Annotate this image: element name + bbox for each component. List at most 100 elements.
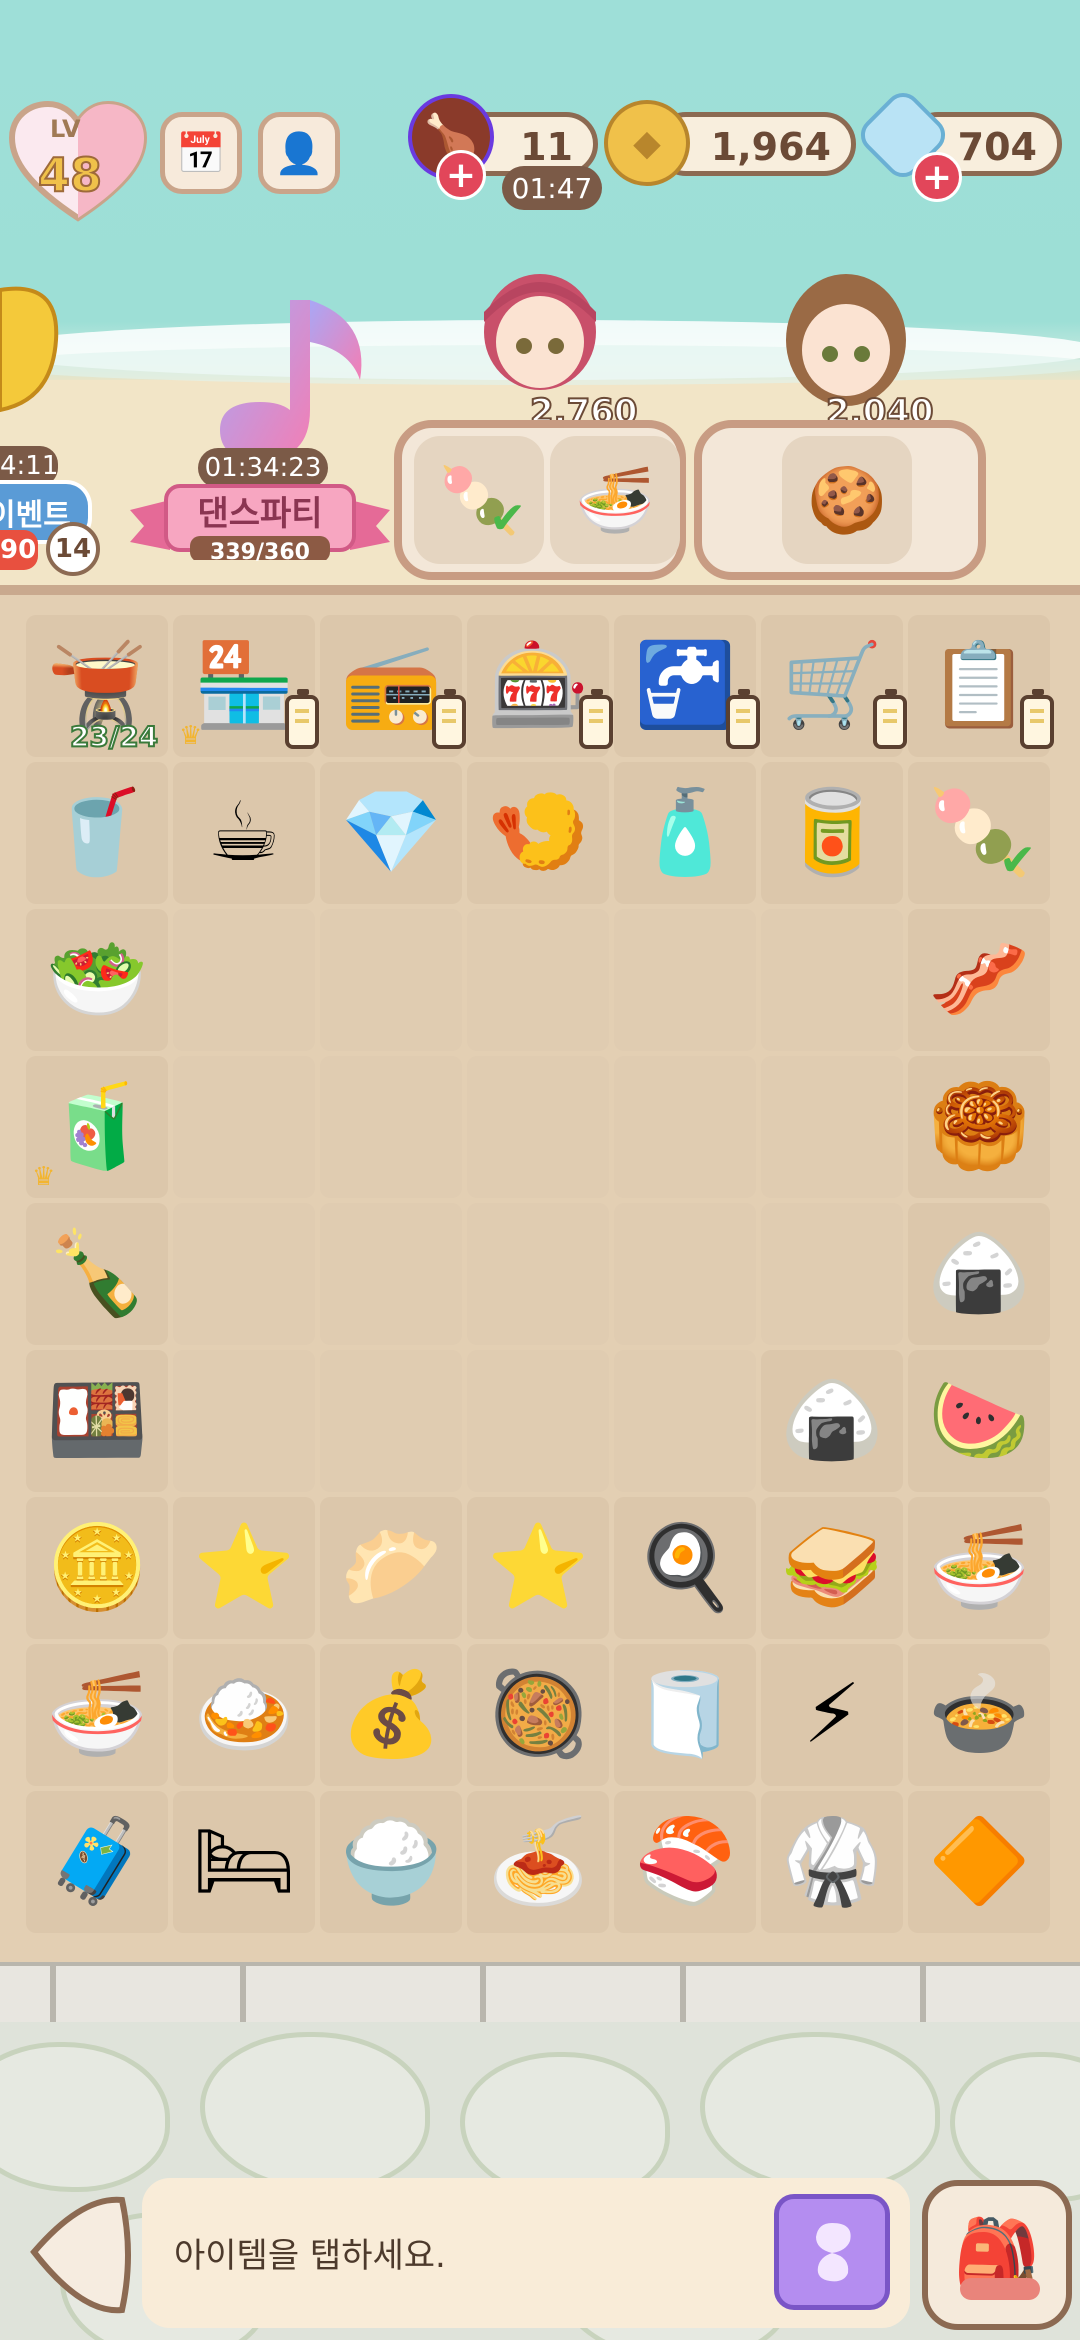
board-item-cup-ramen[interactable]: 🍜 [908,1497,1050,1639]
board-item-bibimbap[interactable]: 🥘 [467,1644,609,1786]
event-score: 90 [0,530,38,570]
board-item-frappe[interactable]: 🥤 [26,762,168,904]
board-cell-empty[interactable] [320,1350,462,1492]
board-cell-empty[interactable] [173,1203,315,1345]
board-item-amber-crystal[interactable]: 🔶 [908,1791,1050,1933]
board-item-lightning[interactable]: ⚡ [761,1644,903,1786]
board-item-watermelon[interactable]: 🍉 [908,1350,1050,1492]
customer-1[interactable] [470,262,610,412]
add-gems-button[interactable]: + [912,152,962,202]
board-item-star[interactable]: ⭐ [467,1497,609,1639]
dance-party-name: 댄스파티 [197,494,323,534]
board-item-suitcase[interactable]: 🧳 [26,1791,168,1933]
dance-party-event[interactable]: 01:34:23 댄스파티 339/360 [130,290,390,580]
board-item-cauldron[interactable]: 🫕 23/24 [26,615,168,757]
add-friend-button[interactable]: 👤 [258,112,340,194]
board-item-noodle-bowl[interactable]: 🍝 [467,1791,609,1933]
board-item-fried-egg[interactable]: 🍳 [614,1497,756,1639]
coffee-cup-icon: ☕ [207,785,281,880]
board-item-bacon-rolls[interactable]: 🥓 [908,909,1050,1051]
bathrobe-icon: 🥋 [780,1814,884,1909]
board-cell-empty[interactable] [614,1350,756,1492]
board-item-bento-box[interactable]: 🍱 [26,1350,168,1492]
board-cell-empty[interactable] [467,909,609,1051]
board-item-crystal[interactable]: 💎 [320,762,462,904]
board-item-rice-cake-basket[interactable]: 🍡 ✔ [908,762,1050,904]
board-cell-empty[interactable] [173,1350,315,1492]
board-cell-empty[interactable] [614,909,756,1051]
cauldron-icon: 🫕 [45,638,149,733]
inventory-bag-button[interactable]: 🎒 [922,2180,1072,2330]
soju-plate-icon: 🍾 [45,1226,149,1321]
board-item-stars-two[interactable]: ⭐ [173,1497,315,1639]
ramen-bowl-icon: 🍜 [45,1667,149,1762]
board-item-sink[interactable]: 🚰 [614,615,760,757]
board-item-cat-shop[interactable]: 🏪 ♛ [173,615,319,757]
board-cell-empty[interactable] [467,1350,609,1492]
board-item-fruit-sando[interactable]: 🥪 [761,1497,903,1639]
board-item-vending-machine[interactable]: 🎰 [467,615,613,757]
board-item-drink-box[interactable]: 🧃 ♛ [26,1056,168,1198]
board-item-towel[interactable]: 🧻 [614,1644,756,1786]
check-icon: ✔ [999,835,1036,886]
frappe-icon: 🥤 [45,785,149,880]
order-item-ramen-set: 🍜 [550,436,680,564]
board-item-onigiri[interactable]: 🍙 [761,1350,903,1492]
board-item-ramen-bowl[interactable]: 🍜 [26,1644,168,1786]
board-item-lotion[interactable]: 🧴 [614,762,756,904]
board-item-coffee-cup[interactable]: ☕ [173,762,315,904]
board-item-menu-clipboard[interactable]: 📋 [908,615,1054,757]
bento-tin-icon: 🥫 [780,785,884,880]
board-item-soju-plate[interactable]: 🍾 [26,1203,168,1345]
board-cell-empty[interactable] [761,1056,903,1198]
towel-icon: 🧻 [633,1667,737,1762]
board-item-luggage-cart[interactable]: 🛒 [761,615,907,757]
board-item-big-ramen[interactable]: 🍲 [908,1644,1050,1786]
board-item-mochi[interactable]: 🍙 [908,1203,1050,1345]
order-item-cookie-plate: 🍪 [782,436,912,564]
vending-machine-icon: 🎰 [486,638,590,733]
board-item-coins-big[interactable]: 💰 [320,1644,462,1786]
board-cell-empty[interactable] [761,1203,903,1345]
board-item-bento-tin[interactable]: 🥫 [761,762,903,904]
noodle-bowl-icon: 🍝 [486,1814,590,1909]
board-item-dumplings[interactable]: 🥟 [320,1497,462,1639]
board-cell-empty[interactable] [173,1056,315,1198]
order-item-green-tea-cake: 🍡 ✔ [414,436,544,564]
board-cell-empty[interactable] [467,1203,609,1345]
board-cell-empty[interactable] [173,909,315,1051]
board-item-bathrobe[interactable]: 🥋 [761,1791,903,1933]
board-cell-empty[interactable] [320,1203,462,1345]
board-item-rice-bowl-lid[interactable]: 🍚 [320,1791,462,1933]
back-button[interactable] [22,2190,132,2320]
add-energy-button[interactable]: + [436,150,486,200]
order-card-2[interactable]: 🍪 [694,420,986,580]
calendar-button[interactable]: 📅 [160,112,242,194]
board-item-salad[interactable]: 🥗 [26,909,168,1051]
gems-value: 704 [957,125,1037,169]
board-item-coins-small[interactable]: 🪙 [26,1497,168,1639]
drink-box-icon: 🧃 [45,1079,149,1174]
board-cell-empty[interactable] [761,909,903,1051]
battery-icon [579,689,613,749]
board-item-blanket[interactable]: 🛏 [173,1791,315,1933]
energy-value: 11 [520,125,573,169]
board-cell-empty[interactable] [614,1203,756,1345]
hint-action-button[interactable] [774,2194,890,2310]
board-cell-empty[interactable] [614,1056,756,1198]
lotion-icon: 🧴 [633,785,737,880]
menu-clipboard-icon: 📋 [927,638,1031,733]
board-item-cake-roll[interactable]: 🥮 [908,1056,1050,1198]
board-item-microwave[interactable]: 📻 [320,615,466,757]
board-item-fry-basket[interactable]: 🍤 [467,762,609,904]
watermelon-icon: 🍉 [927,1373,1031,1468]
salad-icon: 🥗 [45,932,149,1027]
board-item-tempura-bowl[interactable]: 🍛 [173,1644,315,1786]
star-icon: ⭐ [486,1520,590,1615]
board-cell-empty[interactable] [320,1056,462,1198]
board-cell-empty[interactable] [320,909,462,1051]
board-item-sushi-pack[interactable]: 🍣 [614,1791,756,1933]
hint-icon [816,2223,851,2282]
board-cell-empty[interactable] [467,1056,609,1198]
order-card-1[interactable]: 🍡 ✔ 🍜 [394,420,686,580]
